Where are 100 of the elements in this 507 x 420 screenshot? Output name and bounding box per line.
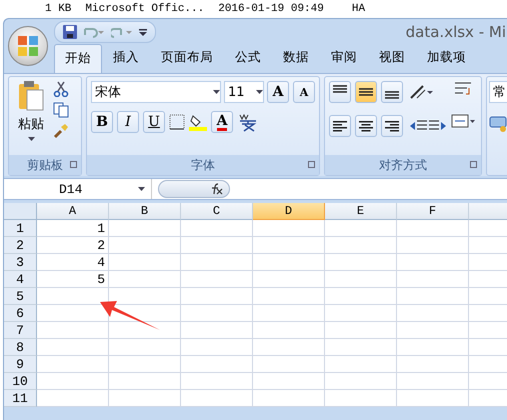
underline-button[interactable]: U [143, 111, 165, 133]
bold-button[interactable]: B [91, 111, 113, 133]
table-cell [181, 322, 253, 339]
table-cell [109, 254, 181, 271]
column-header[interactable]: D [253, 203, 325, 220]
ribbon-tab[interactable]: 公式 [224, 43, 272, 73]
table-cell [253, 339, 325, 356]
table-cell [253, 220, 325, 237]
office-logo-icon [17, 35, 39, 57]
group-label: 字体 [191, 156, 215, 174]
row-header[interactable]: 7 [4, 322, 37, 339]
row-header[interactable]: 8 [4, 339, 37, 356]
table-cell [397, 373, 469, 390]
column-header[interactable]: F [397, 203, 469, 220]
font-size-field[interactable]: 11 [224, 81, 264, 103]
phonetic-icon[interactable] [237, 112, 259, 132]
ribbon-tab[interactable]: 数据 [272, 43, 320, 73]
row-header[interactable]: 5 [4, 288, 37, 305]
window-title: data.xlsx - Mi [406, 23, 506, 41]
borders-icon[interactable] [169, 114, 185, 130]
table-cell [325, 322, 397, 339]
table-cell [37, 339, 109, 356]
row-header[interactable]: 11 [4, 390, 37, 407]
font-color-button[interactable]: A [211, 111, 233, 133]
caret-icon [138, 187, 145, 191]
fill-bucket-icon[interactable] [189, 113, 207, 131]
vertical-align-button[interactable] [381, 81, 403, 103]
file-size: 1 KB [45, 3, 72, 15]
dialog-launcher-icon[interactable] [70, 161, 77, 168]
table-cell [109, 220, 181, 237]
ribbon-tab[interactable]: 页面布局 [150, 43, 224, 73]
brush-icon[interactable] [53, 123, 69, 139]
align-center-button[interactable] [355, 115, 377, 137]
orientation-icon[interactable] [409, 84, 433, 100]
align-right-button[interactable] [381, 115, 403, 137]
scissors-icon[interactable] [53, 81, 69, 97]
table-cell [325, 373, 397, 390]
paste-button[interactable]: 粘贴 [13, 81, 49, 151]
table-cell [325, 237, 397, 254]
table-cell [397, 390, 469, 407]
table-cell [253, 356, 325, 373]
table-cell [253, 373, 325, 390]
row-header[interactable]: 10 [4, 373, 37, 390]
caret-icon [213, 90, 220, 94]
customize-icon[interactable] [139, 28, 147, 36]
shrink-font-button[interactable]: A [293, 81, 315, 103]
wrap-text-icon[interactable] [454, 81, 472, 97]
number-format-field[interactable]: 常 [489, 81, 507, 103]
dialog-launcher-icon[interactable] [308, 161, 315, 168]
indent-icon[interactable] [409, 119, 447, 133]
caret-icon [28, 137, 34, 141]
table-cell [109, 390, 181, 407]
table-cell [325, 305, 397, 322]
caret-icon [256, 90, 263, 94]
align-left-button[interactable] [329, 115, 351, 137]
vertical-align-button[interactable] [355, 81, 377, 103]
dialog-launcher-icon[interactable] [470, 161, 477, 168]
table-cell [325, 390, 397, 407]
column-header[interactable]: E [325, 203, 397, 220]
table-cell [37, 356, 109, 373]
table-cell [325, 254, 397, 271]
row-header[interactable]: 6 [4, 305, 37, 322]
office-button[interactable] [8, 26, 48, 66]
table-cell [253, 390, 325, 407]
ribbon-tab[interactable]: 审阅 [320, 43, 368, 73]
function-icon[interactable] [209, 183, 223, 195]
row-header[interactable]: 2 [4, 237, 37, 254]
ribbon-tab[interactable]: 加载项 [416, 43, 477, 73]
group-label: 对齐方式 [379, 156, 427, 174]
table-cell [109, 356, 181, 373]
table-cell [397, 254, 469, 271]
column-header[interactable]: B [109, 203, 181, 220]
column-header[interactable]: A [37, 203, 109, 220]
table-cell [253, 322, 325, 339]
table-cell [181, 356, 253, 373]
row-header[interactable]: 1 [4, 220, 37, 237]
table-cell [253, 288, 325, 305]
row-header[interactable]: 9 [4, 356, 37, 373]
copy-icon[interactable] [53, 102, 69, 118]
table-cell [181, 288, 253, 305]
align-icon [385, 120, 399, 132]
ribbon-tab[interactable]: 插入 [102, 43, 150, 73]
align-icon [333, 120, 347, 132]
table-cell [181, 373, 253, 390]
vertical-align-button[interactable] [329, 81, 351, 103]
grow-font-button[interactable]: A [267, 81, 289, 103]
font-name-field[interactable]: 宋体 [91, 81, 221, 103]
table-cell [37, 373, 109, 390]
row-header[interactable]: 4 [4, 271, 37, 288]
column-header[interactable]: C [181, 203, 253, 220]
ribbon-tab[interactable]: 开始 [54, 44, 102, 73]
table-cell [253, 237, 325, 254]
save-icon[interactable] [63, 25, 77, 39]
table-cell: 2 [37, 237, 109, 254]
ribbon-tab[interactable]: 视图 [368, 43, 416, 73]
currency-icon[interactable] [489, 115, 507, 133]
file-date: 2016-01-19 09:49 [218, 3, 324, 15]
italic-button[interactable]: I [117, 111, 139, 133]
merge-icon[interactable] [451, 113, 475, 129]
row-header[interactable]: 3 [4, 254, 37, 271]
